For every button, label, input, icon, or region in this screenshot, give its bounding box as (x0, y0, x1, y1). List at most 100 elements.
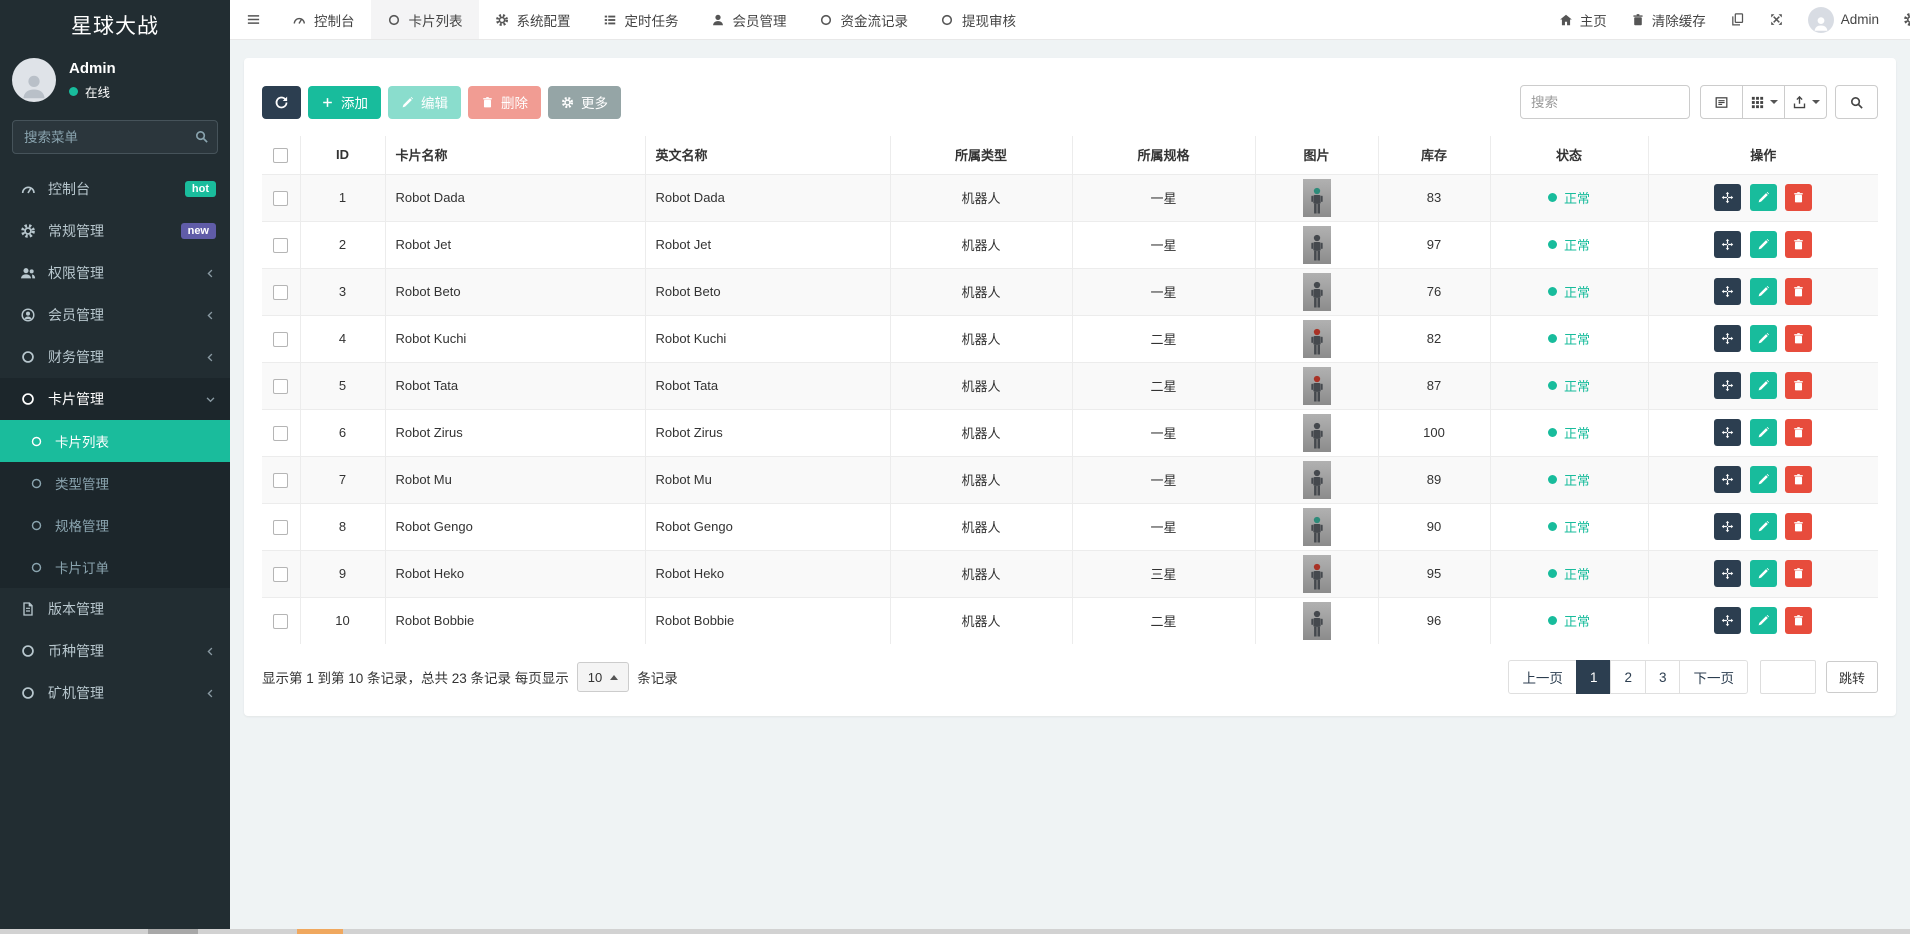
delete-row-button[interactable] (1785, 419, 1813, 446)
search-button[interactable] (1835, 85, 1878, 119)
row-checkbox[interactable] (273, 378, 289, 394)
page-button-1[interactable]: 1 (1575, 660, 1612, 694)
settings-gear-icon[interactable] (1903, 12, 1910, 27)
move-row-button[interactable] (1714, 607, 1742, 635)
edit-row-button[interactable] (1749, 560, 1777, 587)
edit-button[interactable]: 编辑 (388, 85, 461, 119)
table-row: 3 Robot Beto Robot Beto 机器人 一星 76 正常 (261, 267, 1879, 316)
row-checkbox[interactable] (273, 519, 289, 535)
sidebar-item-currency[interactable]: 币种管理 (0, 630, 230, 672)
page-size-dropdown[interactable]: 10 (576, 662, 630, 692)
move-row-button[interactable] (1714, 231, 1742, 258)
move-row-button[interactable] (1714, 419, 1742, 446)
add-button[interactable]: 添加 (308, 85, 381, 119)
delete-row-button[interactable] (1785, 231, 1813, 258)
home-button[interactable]: 主页 (1559, 10, 1607, 30)
jump-button[interactable]: 跳转 (1825, 661, 1878, 693)
row-checkbox[interactable] (273, 566, 289, 582)
move-row-button[interactable] (1714, 372, 1742, 399)
clear-cache-button[interactable]: 清除缓存 (1631, 10, 1706, 30)
edit-row-button[interactable] (1749, 231, 1777, 258)
fullscreen-icon[interactable] (1769, 12, 1784, 27)
table-search-input[interactable] (1520, 85, 1690, 119)
status-dot-icon (1547, 569, 1557, 578)
next-page-button[interactable]: 下一页 (1679, 660, 1748, 694)
row-checkbox[interactable] (273, 237, 289, 253)
edit-row-button[interactable] (1749, 419, 1777, 446)
detail-view-button[interactable] (1700, 85, 1743, 119)
sidebar-item-version[interactable]: 版本管理 (0, 588, 230, 630)
sidebar-item-general[interactable]: 常规管理 new (0, 210, 230, 252)
move-icon (1721, 473, 1734, 486)
status-badge: 正常 (1547, 517, 1590, 536)
row-checkbox[interactable] (273, 190, 289, 206)
row-checkbox[interactable] (273, 331, 289, 347)
copy-icon[interactable] (1730, 12, 1745, 27)
delete-button[interactable]: 删除 (468, 85, 541, 119)
table-row: 1 Robot Dada Robot Dada 机器人 一星 83 正常 (261, 173, 1879, 222)
move-row-button[interactable] (1714, 560, 1742, 587)
delete-row-button[interactable] (1785, 466, 1813, 493)
tab-withdraw-review[interactable]: 提现审核 (924, 0, 1032, 39)
delete-row-button[interactable] (1785, 184, 1813, 211)
delete-row-button[interactable] (1785, 513, 1813, 540)
prev-page-button[interactable]: 上一页 (1508, 660, 1577, 694)
status-badge: 正常 (1547, 611, 1590, 630)
delete-row-button[interactable] (1785, 560, 1813, 587)
tab-members[interactable]: 会员管理 (695, 0, 803, 39)
scrollbar-thumb[interactable] (148, 929, 198, 934)
delete-row-button[interactable] (1785, 607, 1813, 635)
refresh-button[interactable] (262, 85, 301, 119)
delete-row-button[interactable] (1785, 372, 1813, 399)
move-row-button[interactable] (1714, 325, 1742, 352)
page-buttons: 上一页 1 2 3 下一页 (1508, 660, 1748, 694)
sidebar-item-finance[interactable]: 财务管理 (0, 336, 230, 378)
sidebar-item-card-management[interactable]: 卡片管理 (0, 378, 230, 420)
sidebar-item-card-orders[interactable]: 卡片订单 (0, 546, 230, 588)
sidebar-search-input[interactable] (12, 120, 218, 154)
page-button-2[interactable]: 2 (1610, 660, 1646, 694)
edit-row-button[interactable] (1749, 184, 1777, 211)
edit-row-button[interactable] (1749, 325, 1777, 352)
more-button[interactable]: 更多 (548, 85, 621, 119)
columns-button[interactable] (1742, 85, 1785, 119)
page-button-3[interactable]: 3 (1644, 660, 1681, 694)
col-type: 所属类型 (889, 135, 1073, 175)
row-checkbox[interactable] (273, 425, 289, 441)
tab-console[interactable]: 控制台 (276, 0, 371, 39)
sidebar-item-type-management[interactable]: 类型管理 (0, 462, 230, 504)
row-checkbox[interactable] (273, 613, 289, 629)
sidebar-item-spec-management[interactable]: 规格管理 (0, 504, 230, 546)
sidebar-item-card-list[interactable]: 卡片列表 (0, 420, 230, 462)
sidebar-item-members[interactable]: 会员管理 (0, 294, 230, 336)
move-row-button[interactable] (1714, 278, 1742, 305)
select-all-checkbox[interactable] (273, 147, 289, 163)
delete-row-button[interactable] (1785, 278, 1813, 305)
export-button[interactable] (1784, 85, 1827, 119)
edit-row-button[interactable] (1749, 278, 1777, 305)
card-image (1302, 225, 1331, 264)
pencil-icon (1757, 473, 1770, 486)
row-checkbox[interactable] (273, 284, 289, 300)
sidebar-item-console[interactable]: 控制台 hot (0, 168, 230, 210)
tab-system-config[interactable]: 系统配置 (479, 0, 587, 39)
user-menu[interactable]: Admin (1807, 6, 1879, 33)
sidebar-item-permissions[interactable]: 权限管理 (0, 252, 230, 294)
edit-row-button[interactable] (1749, 466, 1777, 493)
sidebar-item-miner[interactable]: 矿机管理 (0, 672, 230, 714)
pencil-icon (401, 96, 414, 109)
jump-page-input[interactable] (1759, 660, 1816, 694)
tab-card-list[interactable]: 卡片列表 (370, 0, 479, 39)
row-checkbox[interactable] (273, 472, 289, 488)
edit-row-button[interactable] (1749, 607, 1777, 635)
tab-scheduled-tasks[interactable]: 定时任务 (587, 0, 695, 39)
horizontal-scrollbar[interactable] (0, 929, 1910, 934)
tab-fund-records[interactable]: 资金流记录 (803, 0, 925, 39)
delete-row-button[interactable] (1785, 325, 1813, 352)
edit-row-button[interactable] (1749, 513, 1777, 540)
edit-row-button[interactable] (1749, 372, 1777, 399)
move-row-button[interactable] (1714, 466, 1742, 493)
move-row-button[interactable] (1714, 513, 1742, 540)
move-row-button[interactable] (1714, 184, 1742, 211)
sidebar-toggle-button[interactable] (230, 0, 276, 39)
